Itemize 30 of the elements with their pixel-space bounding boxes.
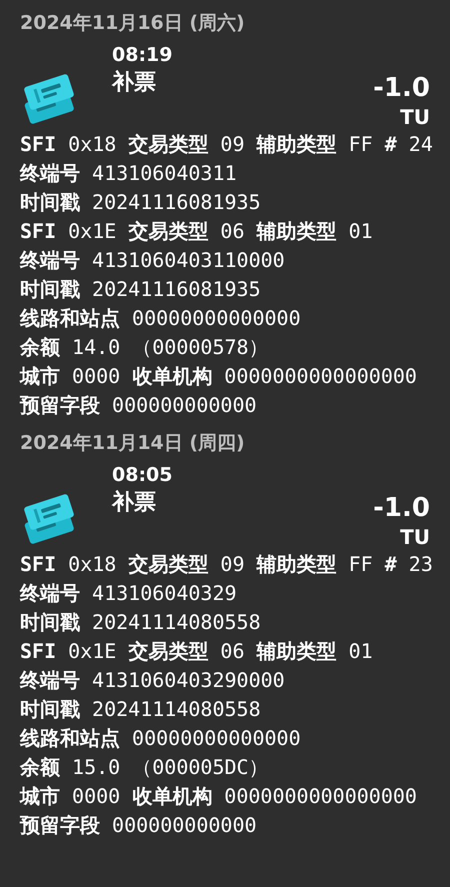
detail-line: SFI 0x18 交易类型 09 辅助类型 FF # 23: [20, 551, 433, 578]
detail-line: 预留字段 000000000000: [20, 812, 257, 839]
detail-line: 余额 15.0 （000005DC）: [20, 754, 269, 781]
detail-line: 时间戳 20241114080558: [20, 609, 261, 636]
date-header: 2024年11月16日 (周六): [19, 11, 246, 36]
detail-line: 城市 0000 收单机构 0000000000000000: [20, 363, 417, 390]
unit-text: TU: [400, 104, 430, 130]
amount-text: -1.0: [373, 72, 430, 104]
detail-line: 线路和站点 00000000000000: [20, 725, 301, 752]
detail-line: 预留字段 000000000000: [20, 392, 257, 419]
detail-line: 终端号 413106040311: [20, 160, 237, 187]
amount-text: -1.0: [373, 492, 430, 524]
detail-line: SFI 0x1E 交易类型 06 辅助类型 01: [20, 638, 373, 665]
detail-line: 时间戳 20241114080558: [20, 696, 261, 723]
transaction-title: 补票: [112, 69, 156, 97]
detail-line: 余额 14.0 （00000578）: [20, 334, 269, 361]
time-text: 08:19: [112, 43, 172, 68]
detail-line: 时间戳 20241116081935: [20, 276, 261, 303]
unit-text: TU: [400, 524, 430, 550]
detail-line: 城市 0000 收单机构 0000000000000000: [20, 783, 417, 810]
detail-line: 终端号 4131060403110000: [20, 247, 285, 274]
detail-line: 终端号 4131060403290000: [20, 667, 285, 694]
detail-line: 线路和站点 00000000000000: [20, 305, 301, 332]
detail-line: 终端号 413106040329: [20, 580, 237, 607]
detail-line: SFI 0x18 交易类型 09 辅助类型 FF # 24: [20, 131, 433, 158]
time-text: 08:05: [112, 463, 172, 488]
date-header: 2024年11月14日 (周四): [19, 431, 246, 456]
detail-line: SFI 0x1E 交易类型 06 辅助类型 01: [20, 218, 373, 245]
transaction-title: 补票: [112, 489, 156, 517]
detail-line: 时间戳 20241116081935: [20, 189, 261, 216]
